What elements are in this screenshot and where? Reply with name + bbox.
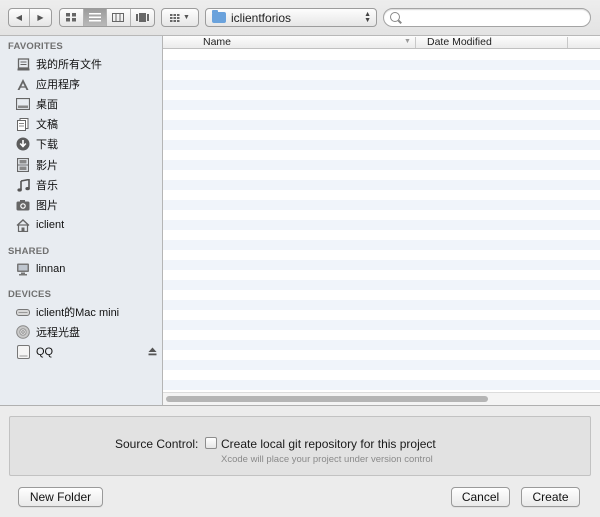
sidebar: FAVORITES 我的所有文件 应用程序 桌面 文稿 下载 影片 音乐 图片 …	[0, 36, 163, 405]
sidebar-item-label: 我的所有文件	[36, 59, 102, 71]
folder-icon	[212, 10, 226, 23]
forward-button[interactable]: ▶	[30, 9, 51, 26]
sidebar-item-label: linnan	[36, 263, 66, 275]
scrollbar-thumb[interactable]	[166, 396, 488, 402]
eject-icon[interactable]	[148, 347, 157, 356]
git-repository-checkbox-label[interactable]: Create local git repository for this pro…	[221, 437, 436, 451]
sidebar-item-documents[interactable]: 文稿	[16, 115, 156, 133]
cancel-button[interactable]: Cancel	[451, 487, 510, 507]
sidebar-item-downloads[interactable]: 下载	[16, 135, 156, 153]
downloads-icon	[16, 137, 30, 151]
sidebar-item-mac-mini[interactable]: iclient的Mac mini	[16, 303, 156, 321]
music-icon	[16, 178, 30, 192]
applications-icon	[16, 77, 30, 91]
arrange-button[interactable]: ▼	[161, 8, 199, 27]
forward-arrow-icon: ▶	[37, 13, 44, 22]
path-popup[interactable]: iclientforios ▲ ▼	[205, 8, 377, 27]
sidebar-item-home[interactable]: iclient	[16, 216, 156, 234]
sidebar-section-devices: DEVICES	[8, 289, 52, 300]
icon-view-icon	[65, 13, 76, 22]
sidebar-item-label: 下载	[36, 139, 58, 151]
file-rows[interactable]	[163, 50, 600, 392]
sidebar-item-pictures[interactable]: 图片	[16, 196, 156, 214]
column-header: Name ▼ Date Modified	[163, 36, 600, 49]
sidebar-item-all-files[interactable]: 我的所有文件	[16, 55, 156, 73]
sidebar-section-favorites: FAVORITES	[8, 41, 63, 52]
sidebar-item-label: 影片	[36, 160, 58, 172]
arrange-grid-icon	[170, 13, 180, 22]
sidebar-section-shared: SHARED	[8, 246, 50, 257]
documents-icon	[16, 117, 30, 131]
icon-view-button[interactable]	[60, 9, 84, 26]
search-input[interactable]	[404, 10, 584, 25]
search-field[interactable]	[383, 8, 591, 27]
toolbar: ◀ ▶ ▼ iclientforios ▲ ▼	[0, 0, 600, 36]
sidebar-item-remote-disc[interactable]: 远程光盘	[16, 323, 156, 341]
mac-mini-icon	[16, 305, 30, 319]
sidebar-item-label: 图片	[36, 200, 58, 212]
path-popup-label: iclientforios	[231, 10, 292, 25]
desktop-icon	[16, 97, 30, 111]
arrange-button-inner: ▼	[162, 9, 198, 26]
search-icon	[390, 12, 400, 22]
list-view-icon	[88, 13, 101, 22]
sidebar-item-label: 文稿	[36, 119, 58, 131]
list-view-button[interactable]	[83, 9, 107, 26]
source-control-subtitle: Xcode will place your project under vers…	[221, 454, 433, 465]
updown-arrows-icon: ▲ ▼	[364, 11, 371, 24]
column-divider[interactable]	[415, 37, 416, 48]
horizontal-scrollbar[interactable]	[163, 392, 600, 405]
divider	[0, 405, 600, 406]
column-header-name[interactable]: Name	[203, 36, 231, 49]
home-icon	[16, 218, 30, 232]
source-control-label: Source Control:	[115, 437, 199, 451]
column-view-button[interactable]	[107, 9, 131, 26]
cover-flow-button[interactable]	[131, 9, 154, 26]
source-control-panel: Source Control: Create local git reposit…	[9, 416, 591, 476]
column-view-icon	[112, 13, 125, 22]
movies-icon	[16, 158, 30, 172]
git-repository-checkbox[interactable]	[205, 437, 217, 449]
computer-icon	[16, 262, 30, 276]
sidebar-item-desktop[interactable]: 桌面	[16, 95, 156, 113]
sidebar-item-label: iclient	[36, 219, 65, 231]
sidebar-item-label: QQ	[36, 346, 54, 358]
all-files-icon	[16, 57, 30, 71]
column-header-date-modified[interactable]: Date Modified	[427, 36, 492, 49]
sort-arrow-icon: ▼	[404, 38, 411, 45]
sidebar-item-label: 应用程序	[36, 79, 80, 91]
sidebar-item-label: iclient的Mac mini	[36, 307, 120, 319]
pictures-icon	[16, 198, 30, 212]
sidebar-item-applications[interactable]: 应用程序	[16, 75, 156, 93]
sidebar-item-label: 远程光盘	[36, 327, 80, 339]
file-list: Name ▼ Date Modified	[163, 36, 600, 405]
view-mode-buttons	[59, 8, 155, 27]
sidebar-item-linnan[interactable]: linnan	[16, 260, 156, 278]
create-button[interactable]: Create	[521, 487, 580, 507]
nav-buttons: ◀ ▶	[8, 8, 52, 27]
back-arrow-icon: ◀	[15, 13, 23, 22]
new-folder-button[interactable]: New Folder	[18, 487, 103, 507]
sidebar-item-music[interactable]: 音乐	[16, 176, 156, 194]
column-divider[interactable]	[567, 37, 568, 48]
sidebar-item-movies[interactable]: 影片	[16, 156, 156, 174]
sidebar-item-qq[interactable]: QQ	[16, 343, 156, 361]
sidebar-item-label: 桌面	[36, 99, 58, 111]
sidebar-item-label: 音乐	[36, 180, 58, 192]
chevron-down-icon: ▼	[183, 14, 190, 21]
cover-flow-icon	[135, 13, 149, 22]
back-button[interactable]: ◀	[9, 9, 31, 26]
disk-icon	[16, 345, 30, 359]
remote-disc-icon	[16, 325, 30, 339]
